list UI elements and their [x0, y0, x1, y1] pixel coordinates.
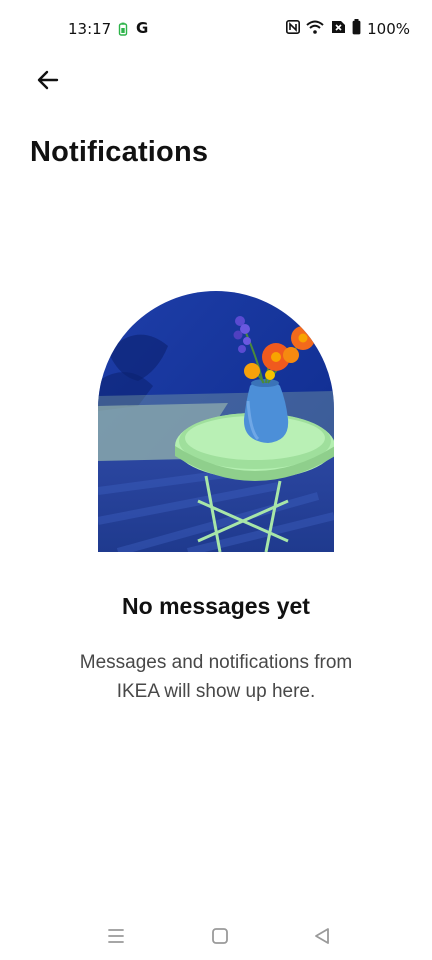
status-bar: 13:17 G 100% — [0, 0, 432, 58]
status-time: 13:17 — [68, 20, 112, 38]
status-icons: 100% — [286, 19, 410, 39]
system-back-button[interactable] — [310, 924, 334, 948]
google-icon: G — [136, 19, 149, 37]
system-nav-bar — [0, 912, 432, 960]
arrow-left-icon — [37, 70, 59, 90]
nfc-icon — [286, 20, 301, 38]
home-square-icon — [212, 928, 228, 944]
menu-icon — [108, 929, 124, 943]
wifi-icon — [306, 20, 324, 38]
recent-apps-button[interactable] — [104, 924, 128, 948]
back-triangle-icon — [315, 928, 329, 944]
home-button[interactable] — [208, 924, 232, 948]
empty-state-description: Messages and notifications from IKEA wil… — [79, 652, 353, 702]
page-title: Notifications — [30, 136, 209, 168]
battery-percent: 100% — [367, 20, 410, 38]
empty-state-illustration — [98, 291, 334, 552]
battery-saver-icon — [118, 22, 128, 40]
back-button[interactable] — [30, 62, 66, 98]
battery-icon — [352, 19, 361, 39]
empty-state-title: No messages yet — [122, 593, 310, 619]
sim-off-icon — [330, 20, 346, 38]
